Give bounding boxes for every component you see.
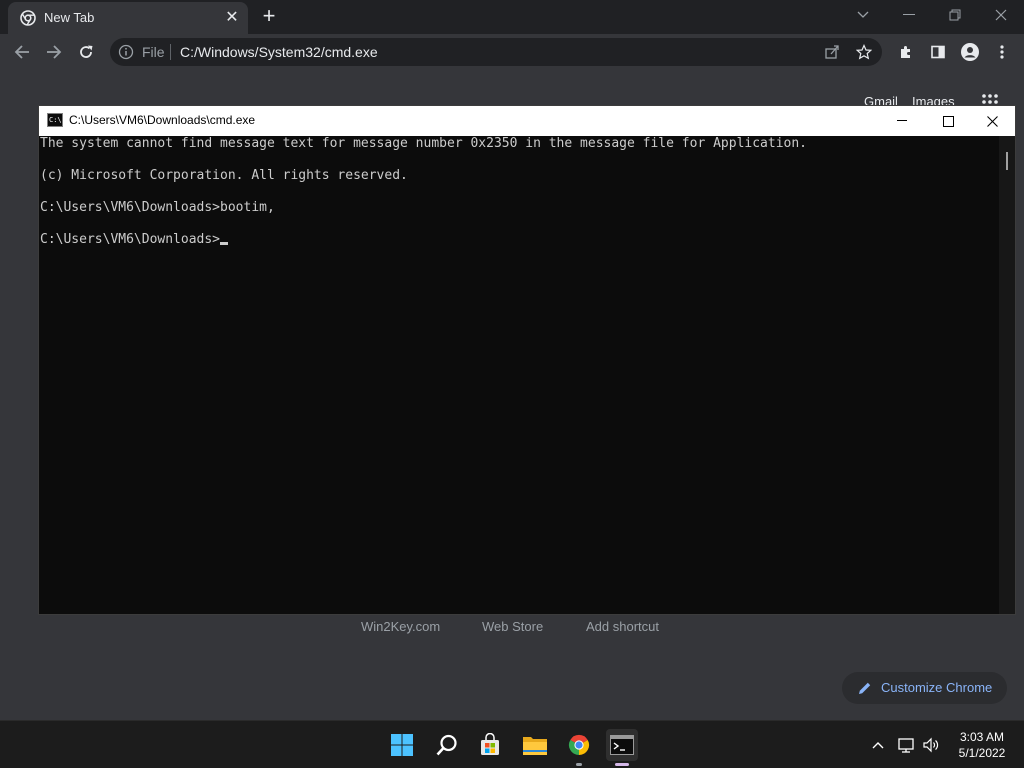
profile-avatar-icon[interactable] <box>958 40 982 64</box>
console-prompt-line[interactable]: C:\Users\VM6\Downloads> <box>40 232 229 248</box>
store-icon[interactable] <box>474 729 506 761</box>
browser-toolbar: File C:/Windows/System32/cmd.exe <box>0 34 1024 70</box>
pencil-icon <box>859 682 871 694</box>
bookmark-star-icon[interactable] <box>855 44 873 60</box>
cmd-console-output[interactable]: The system cannot find message text for … <box>39 136 999 614</box>
search-icon[interactable] <box>431 729 463 761</box>
network-icon[interactable] <box>897 736 915 754</box>
tab-new-tab[interactable]: New Tab ✕ <box>8 2 248 34</box>
windows-taskbar: 3:03 AM 5/1/2022 <box>0 720 1024 768</box>
shortcut-win2key[interactable]: Win2Key.com <box>361 619 440 634</box>
info-icon[interactable] <box>118 44 134 60</box>
tab-close-icon[interactable]: ✕ <box>222 8 242 28</box>
customize-chrome-button[interactable]: Customize Chrome <box>842 672 1007 704</box>
extensions-icon[interactable] <box>894 40 918 64</box>
text-cursor <box>220 242 229 245</box>
minimize-icon[interactable] <box>886 0 932 30</box>
shortcut-add[interactable]: Add shortcut <box>586 619 659 634</box>
active-indicator <box>615 763 629 766</box>
cmd-minimize-icon[interactable] <box>879 106 925 136</box>
reload-icon[interactable] <box>74 40 98 64</box>
console-line: C:\Users\VM6\Downloads>bootim, <box>40 200 275 215</box>
forward-icon[interactable] <box>42 40 66 64</box>
terminal-taskbar-icon[interactable] <box>606 729 638 766</box>
start-windows-icon[interactable] <box>386 729 418 761</box>
file-explorer-icon[interactable] <box>519 729 551 761</box>
tab-title: New Tab <box>44 10 95 25</box>
volume-icon[interactable] <box>922 736 940 754</box>
close-window-icon[interactable] <box>978 0 1024 30</box>
share-icon[interactable] <box>824 44 840 60</box>
menu-kebab-icon[interactable] <box>990 40 1014 64</box>
shortcut-web-store[interactable]: Web Store <box>482 619 543 634</box>
side-panel-icon[interactable] <box>926 40 950 64</box>
tab-search-icon[interactable] <box>840 0 886 30</box>
chrome-taskbar-icon[interactable] <box>563 729 595 766</box>
chrome-icon <box>20 10 36 26</box>
console-line: (c) Microsoft Corporation. All rights re… <box>40 168 408 183</box>
address-bar[interactable]: File C:/Windows/System32/cmd.exe <box>110 38 882 66</box>
cmd-maximize-icon[interactable] <box>925 106 971 136</box>
console-prompt: C:\Users\VM6\Downloads> <box>40 232 221 247</box>
address-scheme-label: File <box>142 44 165 60</box>
clock-time[interactable]: 3:03 AM <box>952 730 1012 744</box>
cmd-scrollbar[interactable] <box>999 136 1015 614</box>
console-line: The system cannot find message text for … <box>40 136 808 151</box>
back-icon[interactable] <box>10 40 34 64</box>
running-indicator <box>576 763 582 766</box>
tab-strip: New Tab ✕ + <box>0 0 1024 34</box>
address-url[interactable]: C:/Windows/System32/cmd.exe <box>180 44 378 60</box>
cmd-app-icon: C:\ <box>47 113 63 127</box>
clock-date[interactable]: 5/1/2022 <box>952 746 1012 760</box>
restore-icon[interactable] <box>932 0 978 30</box>
cmd-title-bar[interactable]: C:\ C:\Users\VM6\Downloads\cmd.exe <box>39 106 1015 136</box>
chevron-up-icon[interactable] <box>870 737 886 753</box>
cmd-window[interactable]: C:\ C:\Users\VM6\Downloads\cmd.exe The s… <box>38 105 1016 615</box>
cmd-window-title: C:\Users\VM6\Downloads\cmd.exe <box>69 113 256 127</box>
new-tab-button[interactable]: + <box>258 5 280 28</box>
cmd-scrollbar-thumb[interactable] <box>1006 152 1008 170</box>
cmd-close-icon[interactable] <box>969 106 1015 136</box>
customize-chrome-label: Customize Chrome <box>881 680 993 695</box>
address-divider <box>170 44 171 60</box>
